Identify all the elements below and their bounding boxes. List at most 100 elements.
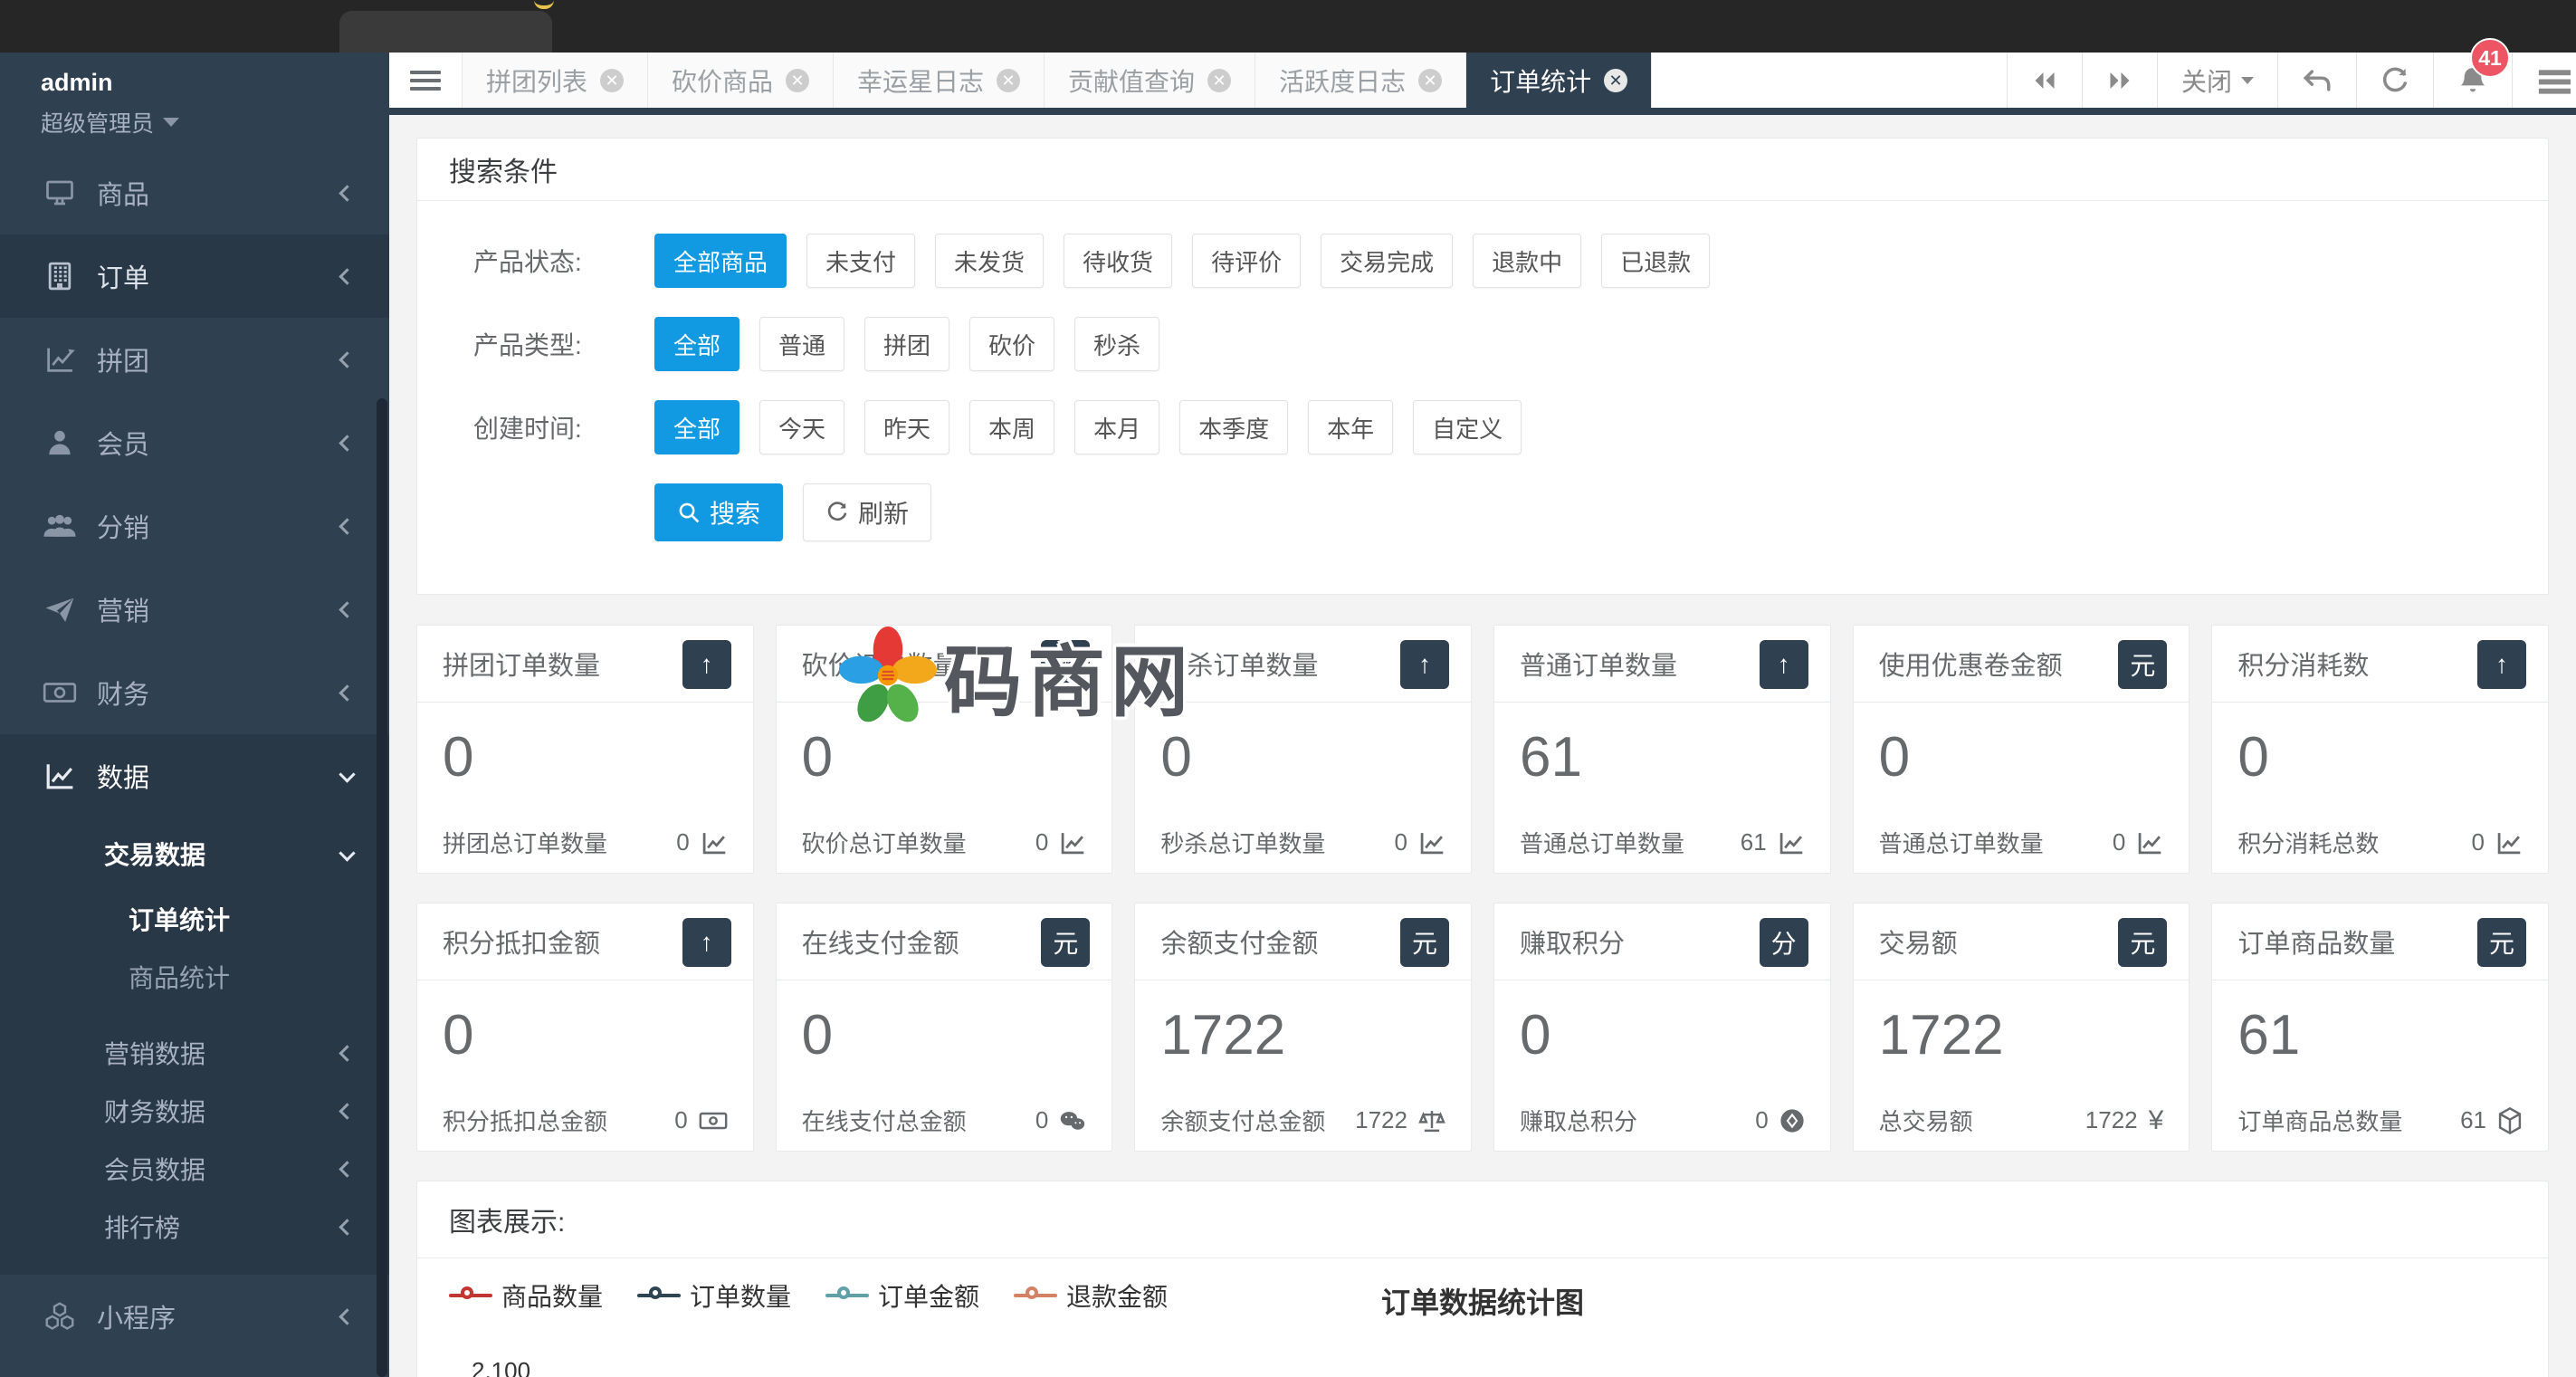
sidebar-item-goods-stats[interactable]: 商品统计 (0, 948, 389, 1006)
sidebar-item-ranking[interactable]: 排行榜 (0, 1198, 389, 1256)
arrow-up-badge: ↑ (682, 918, 731, 967)
close-icon[interactable]: ✕ (600, 68, 625, 92)
tab-contribution-query[interactable]: 贡献值查询 ✕ (1044, 53, 1255, 108)
line-chart-icon (1418, 830, 1445, 856)
sidebar-item-goods[interactable]: 商品 (0, 151, 389, 234)
credit-icon (1779, 1108, 1805, 1133)
sidebar-item-member-data[interactable]: 会员数据 (0, 1140, 389, 1198)
yuan-badge: 元 (1041, 918, 1091, 967)
caret-down-icon (2241, 76, 2254, 84)
tab-groupbuy-list[interactable]: 拼团列表 ✕ (462, 53, 648, 108)
filter-option-button[interactable]: 待评价 (1192, 234, 1302, 288)
card-value: 0 (443, 1004, 474, 1066)
tabs-scroll-left-button[interactable] (2006, 53, 2082, 108)
line-chart-icon (2136, 830, 2163, 856)
favicon-fragment (534, 0, 554, 9)
card-value: 0 (1519, 1004, 1551, 1066)
filter-option-button[interactable]: 秒杀 (1074, 317, 1160, 371)
card-value: 0 (801, 726, 834, 789)
sidebar-item-marketing-data[interactable]: 营销数据 (0, 1024, 389, 1082)
notifications-button[interactable]: 41 (2433, 38, 2512, 108)
filter-option-button[interactable]: 全部 (654, 317, 740, 371)
sidebar-item-finance[interactable]: 财务 (0, 651, 389, 734)
refresh-button[interactable] (2356, 53, 2433, 108)
sidebar-item-official-account[interactable]: 公众号 (0, 1358, 389, 1377)
user-role[interactable]: 超级管理员 (41, 106, 389, 139)
yuan-badge: 元 (2476, 918, 2526, 967)
filter-option-button[interactable]: 退款中 (1473, 234, 1582, 288)
filter-option-button[interactable]: 本年 (1308, 400, 1394, 454)
chevron-left-icon (339, 1218, 356, 1236)
sidebar-item-finance-data[interactable]: 财务数据 (0, 1082, 389, 1140)
filter-option-button[interactable]: 交易完成 (1321, 234, 1454, 288)
sidebar-item-data[interactable]: 数据 (0, 734, 389, 818)
stat-card-seckill-orders: 秒杀订单数量 ↑ 0 秒杀总订单数量 0 (1134, 625, 1472, 874)
sidebar-item-groupbuy[interactable]: 拼团 (0, 318, 389, 401)
sidebar-scrollbar[interactable] (377, 398, 387, 1377)
list-menu-button[interactable] (2512, 53, 2576, 108)
close-icon[interactable]: ✕ (786, 68, 810, 92)
close-icon[interactable]: ✕ (997, 68, 1021, 92)
money-icon (41, 680, 79, 705)
back-button[interactable] (2277, 53, 2356, 108)
filter-option-button[interactable]: 今天 (759, 400, 845, 454)
chevron-left-icon (339, 517, 356, 535)
filter-option-button[interactable]: 昨天 (864, 400, 950, 454)
filter-option-button[interactable]: 全部 (654, 400, 740, 454)
cubes-icon (41, 1302, 79, 1331)
filter-option-button[interactable]: 待收货 (1064, 234, 1173, 288)
close-icon[interactable]: ✕ (1207, 68, 1232, 92)
search-button[interactable]: 搜索 (654, 483, 784, 541)
filter-option-button[interactable]: 已退款 (1601, 234, 1711, 288)
filter-option-button[interactable]: 砍价 (969, 317, 1055, 371)
stat-card-online-payment: 在线支付金额元 0 在线支付总金额 0 (775, 903, 1113, 1152)
search-panel-title: 搜索条件 (417, 139, 2548, 201)
money-icon (699, 1110, 728, 1132)
chevron-down-icon (339, 845, 356, 862)
stat-card-balance-payment: 余额支付金额元 1722 余额支付总金额 1722 (1134, 903, 1472, 1152)
chevron-left-icon (339, 1307, 356, 1325)
search-icon (679, 502, 700, 523)
line-chart-icon (2495, 830, 2523, 856)
filter-option-button[interactable]: 普通 (759, 317, 845, 371)
stat-card-groupbuy-orders: 拼团订单数量 ↑ 0 拼团总订单数量 0 (416, 625, 754, 874)
users-icon (41, 512, 79, 540)
paper-plane-icon (41, 595, 79, 624)
yuan-badge: 元 (2118, 918, 2168, 967)
tab-order-stats[interactable]: 订单统计 ✕ (1465, 53, 1653, 108)
sidebar-item-distribution[interactable]: 分销 (0, 484, 389, 568)
line-chart-icon (41, 761, 79, 790)
sidebar-item-miniprogram[interactable]: 小程序 (0, 1275, 389, 1358)
arrow-up-badge: ↑ (2476, 640, 2526, 689)
search-panel: 搜索条件 产品状态: 全部商品 未支付 未发货 待收货 待评价 交易完成 退款中… (416, 138, 2549, 595)
close-icon[interactable]: ✕ (1604, 68, 1628, 92)
sidebar-item-marketing[interactable]: 营销 (0, 568, 389, 651)
refresh-filters-button[interactable]: 刷新 (803, 483, 932, 541)
tab-luckystar-log[interactable]: 幸运星日志 ✕ (833, 53, 1045, 108)
filter-option-button[interactable]: 未发货 (935, 234, 1045, 288)
filter-option-button[interactable]: 本季度 (1179, 400, 1289, 454)
filter-option-button[interactable]: 自定义 (1413, 400, 1522, 454)
close-tabs-dropdown[interactable]: 关闭 (2156, 53, 2277, 108)
sidebar-item-trade-data[interactable]: 交易数据 (0, 818, 389, 890)
line-chart-icon (701, 830, 728, 856)
filter-option-button[interactable]: 未支付 (806, 234, 916, 288)
menu-toggle-button[interactable] (389, 53, 462, 108)
chevron-left-icon (339, 184, 356, 202)
sidebar-item-members[interactable]: 会员 (0, 401, 389, 484)
stat-card-normal-orders: 普通订单数量 ↑ 61 普通总订单数量 61 (1493, 625, 1831, 874)
tabs-scroll-right-button[interactable] (2081, 53, 2157, 108)
filter-option-button[interactable]: 拼团 (864, 317, 950, 371)
chevron-left-icon (339, 600, 356, 618)
card-value: 0 (801, 1004, 834, 1066)
close-icon[interactable]: ✕ (1418, 68, 1443, 92)
tab-activity-log[interactable]: 活跃度日志 ✕ (1255, 53, 1466, 108)
filter-option-button[interactable]: 本周 (969, 400, 1055, 454)
sidebar-item-orders[interactable]: 订单 (0, 234, 389, 318)
sidebar-item-order-stats[interactable]: 订单统计 (0, 890, 389, 948)
tab-bargain-goods[interactable]: 砍价商品 ✕ (647, 53, 834, 108)
chevron-left-icon (339, 350, 356, 368)
line-chart-icon (41, 345, 79, 374)
filter-option-button[interactable]: 全部商品 (654, 234, 787, 288)
filter-option-button[interactable]: 本月 (1074, 400, 1160, 454)
